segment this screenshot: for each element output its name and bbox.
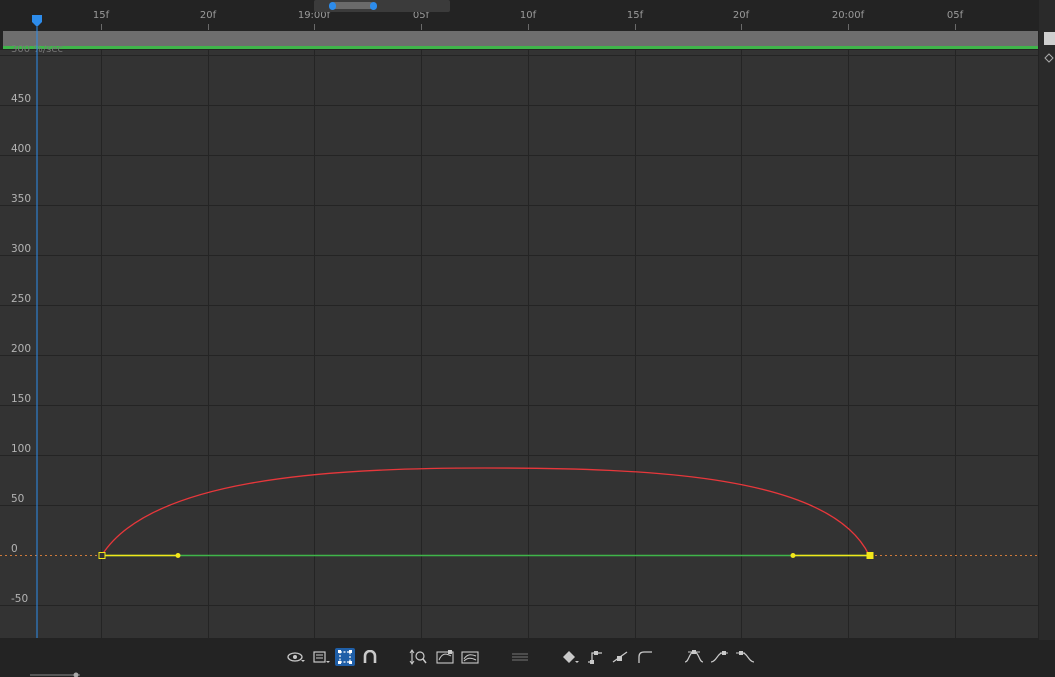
convert-auto-bezier-icon[interactable] <box>610 648 630 666</box>
y-axis-label: -50 <box>11 593 29 605</box>
speed-curve[interactable] <box>101 467 870 556</box>
time-ruler[interactable]: 15f 20f 19:00f 05f 10f 15f 20f 20:00f 05… <box>0 0 1038 30</box>
y-axis-label: 0 <box>11 543 18 555</box>
zoom-icon[interactable] <box>1043 52 1055 66</box>
work-area-range <box>3 46 1038 49</box>
time-navigator-end-handle[interactable] <box>370 2 377 10</box>
easy-ease-in-icon[interactable] <box>710 648 730 666</box>
time-navigator-start-handle[interactable] <box>329 2 336 10</box>
zoom-slider[interactable] <box>0 672 110 677</box>
fit-all-graphs-icon[interactable] <box>460 648 480 666</box>
y-axis-label: 100 <box>11 443 32 455</box>
transform-box-icon[interactable] <box>335 648 355 666</box>
vertical-scroll-strip[interactable] <box>1039 0 1055 677</box>
work-area-bar[interactable] <box>3 31 1038 46</box>
fit-all-icon[interactable] <box>435 648 455 666</box>
ruler-label: 10f <box>519 10 537 21</box>
keyframe-selected[interactable] <box>866 552 874 559</box>
show-properties-icon[interactable] <box>286 648 306 666</box>
snap-icon[interactable] <box>360 648 380 666</box>
bezier-handle[interactable] <box>175 553 181 558</box>
ruler-label: 20f <box>732 10 750 21</box>
ruler-label: 15f <box>626 10 644 21</box>
graph-canvas[interactable] <box>0 50 1038 638</box>
ruler-label: 20:00f <box>831 10 865 21</box>
easy-ease-out-icon[interactable] <box>735 648 755 666</box>
y-axis-label: 150 <box>11 393 32 405</box>
convert-hold-icon[interactable] <box>585 648 605 666</box>
edit-keyframe-icon[interactable] <box>561 648 581 666</box>
easy-ease-icon[interactable] <box>684 648 704 666</box>
scroll-up-button[interactable] <box>1044 32 1055 45</box>
y-axis-label: 250 <box>11 293 32 305</box>
ruler-label: 20f <box>199 10 217 21</box>
y-axis-label: 200 <box>11 343 32 355</box>
y-axis-label: 450 <box>11 93 32 105</box>
bezier-handle[interactable] <box>790 553 796 558</box>
keyframe[interactable] <box>98 552 106 559</box>
ruler-label: 15f <box>92 10 110 21</box>
ruler-label: 05f <box>946 10 964 21</box>
grid <box>0 50 1038 638</box>
fit-selection-icon[interactable] <box>408 648 428 666</box>
y-axis-label: 300 <box>11 243 32 255</box>
current-time-indicator[interactable] <box>31 13 45 653</box>
y-axis-label: 50 <box>11 493 25 505</box>
y-axis-label: 350 <box>11 193 32 205</box>
graph-editor[interactable]: 300 %/sec 450 400 350 300 250 200 150 10… <box>0 44 1038 638</box>
y-axis-label: 400 <box>11 143 32 155</box>
convert-linear-icon[interactable] <box>635 648 655 666</box>
time-navigator-thumb[interactable] <box>330 2 374 9</box>
separate-dimensions-icon[interactable] <box>510 648 530 666</box>
time-navigator[interactable] <box>314 0 450 12</box>
graph-type-icon[interactable] <box>311 648 331 666</box>
